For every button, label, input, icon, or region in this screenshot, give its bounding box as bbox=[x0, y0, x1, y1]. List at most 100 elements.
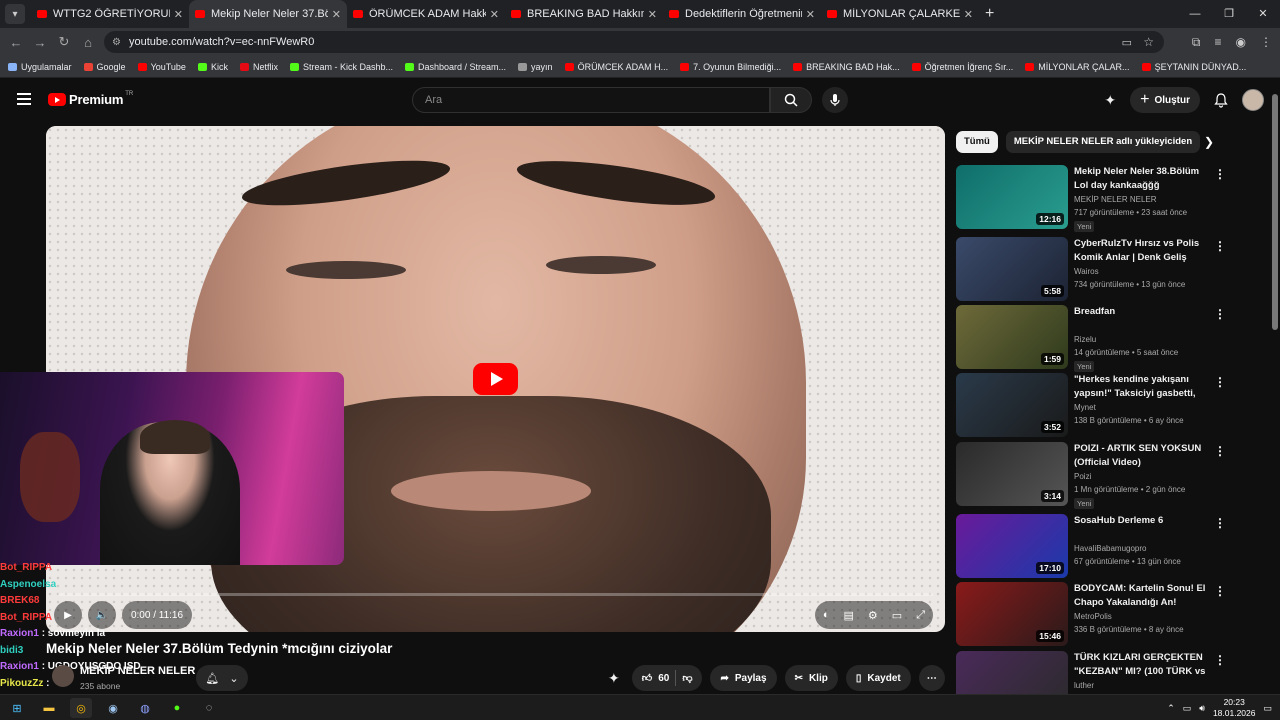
steam-icon[interactable]: ◉ bbox=[102, 698, 124, 718]
tab-close-icon[interactable]: ✕ bbox=[648, 8, 657, 21]
video-title[interactable]: SosaHub Derleme 6 bbox=[1074, 514, 1214, 528]
recommended-video[interactable]: 5:58 CyberRulzTv Hırsız vs Polis Komik An… bbox=[956, 237, 1268, 301]
voice-search-button[interactable] bbox=[822, 87, 848, 113]
channel-name[interactable]: Poizi bbox=[1074, 472, 1091, 481]
large-play-button[interactable] bbox=[473, 363, 518, 395]
more-options-icon[interactable]: ⋮ bbox=[1214, 307, 1226, 321]
filter-chip[interactable]: MEKİP NELER NELER adlı yükleyiciden bbox=[1005, 131, 1201, 153]
site-info-icon[interactable]: ⚙ bbox=[112, 37, 121, 48]
bookmark-item[interactable]: YouTube bbox=[137, 62, 186, 72]
bookmark-item[interactable]: Google bbox=[83, 62, 126, 72]
browser-tab[interactable]: Mekip Neler Neler 37.Bölüm Te ✕ bbox=[189, 0, 347, 28]
video-title[interactable]: CyberRulzTv Hırsız vs Polis Komik Anlar … bbox=[1074, 237, 1214, 264]
share-button[interactable]: ➦ Paylaş bbox=[710, 665, 777, 691]
autoplay-toggle[interactable]: ◐ bbox=[823, 609, 830, 621]
video-thumbnail[interactable]: 1:59 bbox=[956, 305, 1068, 369]
file-explorer-icon[interactable]: ▬ bbox=[38, 698, 60, 718]
network-icon[interactable]: ▭ bbox=[1183, 703, 1192, 714]
more-actions-button[interactable]: ⋯ bbox=[918, 665, 945, 691]
save-button[interactable]: ▯ Kaydet bbox=[845, 665, 911, 691]
search-input[interactable]: Ara bbox=[412, 87, 770, 113]
cast-icon[interactable]: ▭ bbox=[1122, 36, 1132, 49]
recommended-video[interactable]: 17:10 SosaHub Derleme 6 HavaliBabamugopro 6… bbox=[956, 514, 1268, 578]
theater-mode-icon[interactable]: ▭ bbox=[892, 609, 902, 622]
clock[interactable]: 20:23 18.01.2026 bbox=[1213, 697, 1256, 719]
more-options-icon[interactable]: ⋮ bbox=[1214, 584, 1226, 598]
recommended-video[interactable]: 15:46 BODYCAM: Kartelin Sonu! El Chapo Ya… bbox=[956, 582, 1268, 646]
video-thumbnail[interactable]: 15:46 bbox=[956, 582, 1068, 646]
youtube-logo[interactable]: Premium TR bbox=[48, 91, 133, 107]
bookmark-item[interactable]: yayın bbox=[518, 62, 553, 72]
browser-tab[interactable]: ÖRÜMCEK ADAM Hakkında 30 ✕ bbox=[347, 0, 505, 28]
account-avatar[interactable] bbox=[1242, 89, 1264, 111]
channel-name[interactable]: luther bbox=[1074, 681, 1094, 690]
video-title[interactable]: Mekip Neler Neler 38.Bölüm Lol day kanka… bbox=[1074, 165, 1214, 192]
premium-badge-icon[interactable]: ✦ bbox=[1104, 92, 1116, 109]
notifications-tray-icon[interactable]: ▭ bbox=[1263, 703, 1272, 714]
bookmark-item[interactable]: Dashboard / Stream... bbox=[405, 62, 506, 72]
profile-icon[interactable]: ◉ bbox=[1236, 35, 1246, 49]
tab-close-icon[interactable]: ✕ bbox=[806, 8, 815, 21]
filter-chip[interactable]: Tümü bbox=[956, 131, 998, 153]
home-button[interactable]: ⌂ bbox=[76, 35, 100, 50]
minimize-button[interactable]: — bbox=[1178, 0, 1212, 28]
more-options-icon[interactable]: ⋮ bbox=[1214, 375, 1226, 389]
channel-name[interactable]: MEKİP NELER NELER bbox=[80, 665, 195, 677]
clip-button[interactable]: ✂ Klip bbox=[784, 665, 838, 691]
bookmark-item[interactable]: Netflix bbox=[239, 62, 278, 72]
tab-close-icon[interactable]: ✕ bbox=[174, 8, 183, 21]
bookmark-item[interactable]: 7. Oyunun Bilmediği... bbox=[680, 62, 781, 72]
recommended-video[interactable]: 12:16 Mekip Neler Neler 38.Bölüm Lol day … bbox=[956, 165, 1268, 232]
reload-button[interactable]: ↻ bbox=[52, 34, 76, 50]
channel-avatar[interactable] bbox=[52, 665, 74, 687]
video-title[interactable]: Breadfan bbox=[1074, 305, 1214, 319]
bookmark-item[interactable]: ÖRÜMCEK ADAM H... bbox=[564, 62, 668, 72]
channel-name[interactable]: HavaliBabamugopro bbox=[1074, 544, 1147, 553]
back-button[interactable]: ← bbox=[4, 35, 28, 50]
video-title[interactable]: TÜRK KIZLARI GERÇEKTEN "KEZBAN" MI? (100… bbox=[1074, 651, 1214, 678]
chevron-right-icon[interactable]: ❯ bbox=[1198, 131, 1220, 153]
new-tab-button[interactable]: + bbox=[985, 5, 994, 23]
recommended-video[interactable]: 1:59 Breadfan Rizelu 14 görüntüleme • 5 saa… bbox=[956, 305, 1268, 372]
bookmark-item[interactable]: ŞEYTANIN DÜNYAD... bbox=[1141, 62, 1246, 72]
recommended-video[interactable]: 3:52 "Herkes kendine yakışanı yapsın!" Ta… bbox=[956, 373, 1268, 437]
recommended-video[interactable]: 3:14 POIZI - ARTIK SEN YOKSUN (Official V… bbox=[956, 442, 1268, 509]
dislike-icon[interactable]: 👎︎ bbox=[682, 672, 692, 684]
volume-tray-icon[interactable]: 🔊︎ bbox=[1199, 703, 1205, 714]
discord-icon[interactable]: ◍ bbox=[134, 698, 156, 718]
video-thumbnail[interactable]: 5:58 bbox=[956, 237, 1068, 301]
bookmark-star-icon[interactable]: ☆ bbox=[1143, 35, 1154, 49]
video-thumbnail[interactable]: 3:52 bbox=[956, 373, 1068, 437]
menu-icon[interactable] bbox=[17, 93, 31, 108]
browser-tab[interactable]: WTTG2 ÖĞRETİYORUM! | Welco ✕ bbox=[31, 0, 189, 28]
tab-close-icon[interactable]: ✕ bbox=[964, 8, 973, 21]
bookmark-item[interactable]: Öğretmen İğrenç Sır... bbox=[911, 62, 1013, 72]
video-title[interactable]: BODYCAM: Kartelin Sonu! El Chapo Yakalan… bbox=[1074, 582, 1214, 609]
browser-tab[interactable]: BREAKING BAD Hakkında 24 Ha ✕ bbox=[505, 0, 663, 28]
reading-list-icon[interactable]: ≡ bbox=[1215, 35, 1222, 49]
extensions-icon[interactable]: ⧉ bbox=[1192, 35, 1201, 50]
subscription-bell-button[interactable]: 🔔︎ ⌄ bbox=[196, 665, 248, 691]
video-thumbnail[interactable]: 12:16 bbox=[956, 165, 1068, 229]
bookmark-item[interactable]: Uygulamalar bbox=[8, 62, 72, 72]
more-options-icon[interactable]: ⋮ bbox=[1214, 516, 1226, 530]
notifications-icon[interactable] bbox=[1214, 92, 1228, 108]
forward-button[interactable]: → bbox=[28, 35, 52, 50]
start-icon[interactable]: ⊞ bbox=[6, 698, 28, 718]
bookmark-item[interactable]: Stream - Kick Dashb... bbox=[289, 62, 393, 72]
kick-icon[interactable]: ● bbox=[166, 698, 188, 718]
channel-name[interactable]: Rizelu bbox=[1074, 335, 1096, 344]
fullscreen-icon[interactable]: ⤢ bbox=[916, 609, 925, 622]
more-options-icon[interactable]: ⋮ bbox=[1214, 444, 1226, 458]
create-button[interactable]: + Oluştur bbox=[1130, 87, 1200, 113]
maximize-button[interactable]: ❐ bbox=[1212, 0, 1246, 28]
scrollbar-thumb[interactable] bbox=[1272, 94, 1278, 330]
video-thumbnail[interactable]: 17:10 bbox=[956, 514, 1068, 578]
video-title[interactable]: "Herkes kendine yakışanı yapsın!" Taksic… bbox=[1074, 373, 1214, 400]
bookmark-item[interactable]: MİLYONLAR ÇALAR... bbox=[1025, 62, 1130, 72]
subtitles-icon[interactable]: ▤ bbox=[844, 609, 854, 622]
address-bar[interactable]: ⚙ youtube.com/watch?v=ec-nnFWewR0 ▭ ☆ bbox=[104, 31, 1164, 53]
obs-icon[interactable]: ◌ bbox=[198, 698, 220, 718]
like-icon[interactable]: 👍︎ bbox=[642, 672, 652, 684]
channel-name[interactable]: MetroPolis bbox=[1074, 612, 1112, 621]
